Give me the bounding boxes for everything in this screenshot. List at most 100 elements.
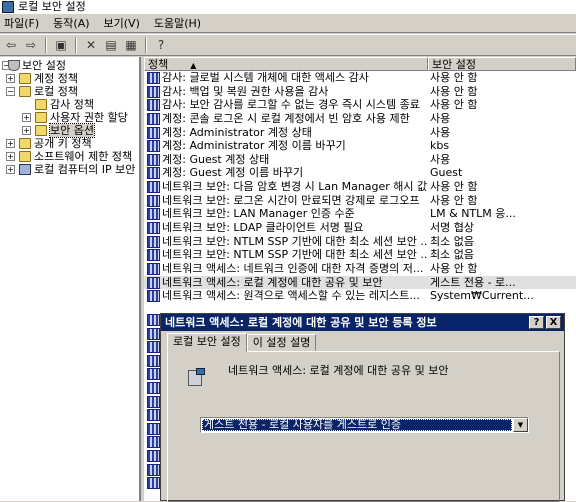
folder-icon: [19, 73, 31, 84]
setting-cell: 최소 없음: [430, 248, 474, 262]
table-row[interactable]: 네트워크 보안: 로그온 시간이 만료되면 강제로 로그오프 사용 안 함: [144, 194, 576, 208]
table-row[interactable]: 감사: 글로벌 시스템 개체에 대한 액세스 감사 사용 안 함: [144, 71, 576, 85]
setting-cell: 사용: [430, 111, 451, 125]
tab-local-security-setting[interactable]: 로컬 보안 설정: [167, 333, 247, 352]
setting-cell: 사용 안 함: [430, 261, 478, 275]
setting-cell: System₩Current...: [430, 289, 534, 303]
table-row[interactable]: 네트워크 보안: LAN Manager 인증 수준 LM & NTLM 응...: [144, 207, 576, 221]
properties-icon[interactable]: ▤: [102, 36, 120, 54]
chevron-down-icon[interactable]: ▼: [513, 418, 528, 432]
policy-cell: 감사: 글로벌 시스템 개체에 대한 액세스 감사: [162, 71, 369, 84]
expand-icon[interactable]: +: [22, 126, 31, 135]
policy-cell: 계정: Guest 계정 이름 바꾸기: [162, 166, 304, 180]
setting-cell: Guest: [430, 166, 463, 180]
table-row[interactable]: 네트워크 액세스: 원격으로 액세스할 수 있는 레지스트... System₩C…: [144, 289, 576, 303]
tree-label: 감사 정책: [50, 98, 94, 111]
tab-explain[interactable]: 이 설정 설명: [246, 334, 317, 351]
tree-label: 로컬 컴퓨터의 IP 보안: [34, 163, 136, 176]
tree-item-software-restriction[interactable]: + 소프트웨어 제한 정책: [0, 150, 139, 163]
table-row[interactable]: 계정: Administrator 계정 상태 사용: [144, 126, 576, 140]
policy-icon: [147, 409, 160, 422]
policy-icon: [147, 181, 160, 194]
policy-icon: [147, 99, 160, 112]
menu-bar: 파일(F) 동작(A) 보기(V) 도움말(H): [0, 14, 576, 33]
expand-icon[interactable]: +: [6, 165, 15, 174]
table-row[interactable]: 계정: Administrator 계정 이름 바꾸기 kbs: [144, 139, 576, 153]
tree-item-ip-security[interactable]: + 로컬 컴퓨터의 IP 보안: [0, 163, 139, 176]
policy-cell: 계정: Administrator 계정 이름 바꾸기: [162, 139, 346, 153]
policy-icon: [147, 477, 160, 490]
policy-icon: [147, 249, 160, 262]
table-row[interactable]: 감사: 보안 감사를 로그할 수 없는 경우 즉시 시스템 종료 사용 안 함: [144, 98, 576, 112]
tree-label: 로컬 정책: [34, 85, 78, 98]
back-arrow-icon[interactable]: ⇦: [2, 36, 20, 54]
policy-cell: 계정: Administrator 계정 상태: [162, 125, 312, 139]
setting-cell: 사용 안 함: [430, 193, 478, 207]
delete-icon[interactable]: ✕: [82, 36, 100, 54]
menu-file[interactable]: 파일(F): [4, 15, 39, 31]
forward-arrow-icon[interactable]: ⇨: [22, 36, 40, 54]
policy-cell: 계정: Guest 계정 상태: [162, 152, 270, 166]
table-row[interactable]: 계정: 콘솔 로그온 시 로컬 계정에서 빈 암호 사용 제한 사용: [144, 112, 576, 126]
setting-cell: 사용: [430, 152, 451, 166]
table-row[interactable]: 계정: Guest 계정 상태 사용: [144, 153, 576, 167]
dialog-titlebar[interactable]: 네트워크 액세스: 로컬 계정에 대한 공유 및 보안 등록 정보 ? X: [161, 314, 564, 331]
computer-icon: [19, 164, 31, 175]
help-icon[interactable]: ?: [152, 36, 170, 54]
tree-item-public-key-policies[interactable]: + 공개 키 정책: [0, 137, 139, 150]
table-row[interactable]: 네트워크 보안: LDAP 클라이언트 서명 필요 서명 협상: [144, 221, 576, 235]
tree-pane: − 보안 설정 + 계정 정책 − 로컬 정책 감사 정책 + 사용자 권한 할…: [0, 57, 141, 501]
policy-cell: 네트워크 액세스: 네트워크 인증에 대한 자격 증명의 저...: [162, 261, 424, 275]
policy-icon: [147, 85, 160, 98]
setting-cell: 사용: [430, 125, 451, 139]
menu-view[interactable]: 보기(V): [104, 15, 140, 31]
tree-item-audit-policy[interactable]: 감사 정책: [0, 98, 139, 111]
expand-icon[interactable]: +: [6, 139, 15, 148]
policy-icon: [147, 368, 160, 381]
table-row[interactable]: 계정: Guest 계정 이름 바꾸기 Guest: [144, 166, 576, 180]
expand-icon[interactable]: +: [6, 74, 15, 83]
tree-label: 보안 설정: [22, 59, 66, 72]
folder-icon: [19, 151, 31, 162]
dialog-tabs: 로컬 보안 설정 이 설정 설명: [167, 333, 317, 352]
table-row[interactable]: 네트워크 보안: 다음 암호 변경 시 Lan Manager 해시 값... 사…: [144, 180, 576, 194]
setting-cell: 최소 없음: [430, 234, 474, 248]
column-header-setting[interactable]: 보안 설정: [428, 57, 576, 71]
menu-help[interactable]: 도움말(H): [154, 15, 201, 31]
table-row[interactable]: 네트워크 보안: NTLM SSP 기반에 대한 최소 세션 보안 ... 최소 …: [144, 235, 576, 249]
setting-cell: 사용 안 함: [430, 84, 478, 98]
folder-icon: [35, 112, 47, 123]
table-row[interactable]: 네트워크 보안: NTLM SSP 기반에 대한 최소 세션 보안 ... 최소 …: [144, 248, 576, 262]
tree-label: 소프트웨어 제한 정책: [34, 150, 133, 163]
column-header-policy[interactable]: 정책 ▲: [144, 57, 428, 71]
sharing-model-select[interactable]: 게스트 전용 - 로컬 사용자를 게스트로 인증 ▼: [200, 417, 529, 433]
policy-icon: [147, 222, 160, 235]
expand-icon[interactable]: +: [6, 152, 15, 161]
table-row[interactable]: 네트워크 액세스: 네트워크 인증에 대한 자격 증명의 저... 사용 안 함: [144, 262, 576, 276]
up-folder-icon[interactable]: ▣: [52, 36, 70, 54]
dialog-help-button[interactable]: ?: [529, 316, 544, 329]
dialog-close-button[interactable]: X: [546, 316, 561, 329]
toolbar-separator: [145, 37, 147, 53]
table-row[interactable]: 감사: 백업 및 복원 권한 사용을 감사 사용 안 함: [144, 85, 576, 99]
setting-cell: 게스트 전용 - 로...: [430, 275, 516, 289]
policy-icon: [147, 194, 160, 207]
menu-action[interactable]: 동작(A): [53, 15, 89, 31]
policy-icon: [147, 235, 160, 248]
tree-item-security-settings[interactable]: − 보안 설정: [0, 59, 139, 72]
collapse-icon[interactable]: −: [6, 87, 15, 96]
policy-icon: [147, 314, 160, 326]
table-row[interactable]: 네트워크 액세스: 로컬 계정에 대한 공유 및 보안 게스트 전용 - 로...: [144, 275, 576, 290]
tree-item-local-policies[interactable]: − 로컬 정책: [0, 85, 139, 98]
setting-cell: 사용 안 함: [430, 180, 478, 194]
policy-icon: [147, 153, 160, 166]
tree-item-security-options[interactable]: + 보안 옵션: [0, 123, 139, 138]
tree-item-user-rights[interactable]: + 사용자 권한 할당: [0, 111, 139, 124]
expand-icon[interactable]: +: [22, 113, 31, 122]
setting-cell: 사용 안 함: [430, 98, 478, 112]
policy-cell: 네트워크 보안: NTLM SSP 기반에 대한 최소 세션 보안 ...: [162, 248, 427, 262]
policy-icon: [147, 72, 160, 84]
export-list-icon[interactable]: ▦: [122, 36, 140, 54]
tree-item-account-policies[interactable]: + 계정 정책: [0, 72, 139, 85]
policy-icon: [147, 262, 160, 275]
